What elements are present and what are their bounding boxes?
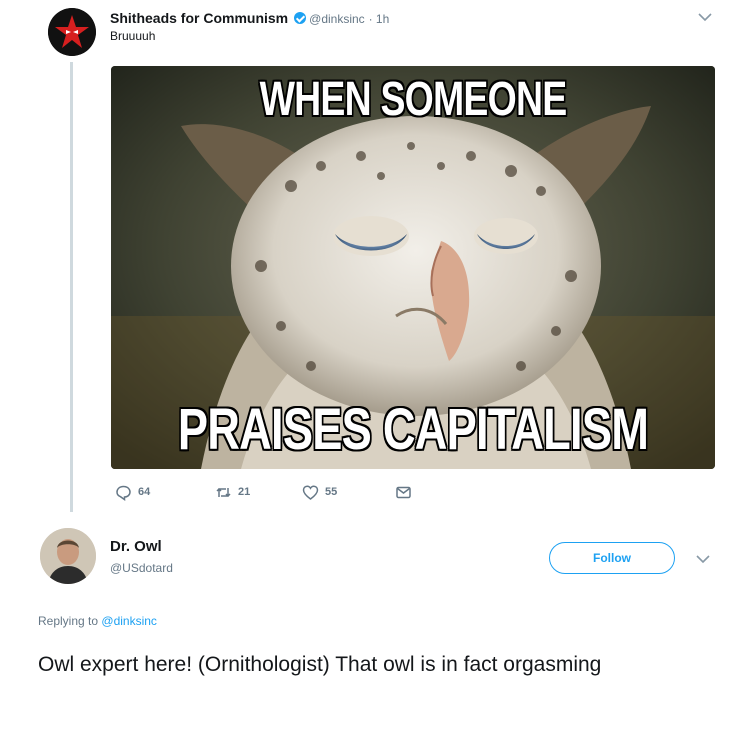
chevron-down-icon[interactable] (694, 552, 712, 566)
replying-to: Replying to @dinksinc (38, 614, 157, 628)
reply-button[interactable]: 64 (115, 482, 150, 502)
heart-icon (302, 484, 319, 500)
direct-message-button[interactable] (395, 482, 412, 502)
avatar[interactable] (48, 8, 96, 56)
retweet-button[interactable]: 21 (215, 482, 250, 502)
tweet-text: Owl expert here! (Ornithologist) That ow… (38, 653, 602, 676)
meme-caption-top: WHEN SOMEONE (259, 73, 568, 126)
thread-line (70, 62, 73, 512)
chevron-down-icon[interactable] (696, 10, 714, 24)
handle[interactable]: @USdotard (110, 561, 173, 575)
replying-prefix: Replying to (38, 614, 99, 628)
like-count: 55 (325, 486, 338, 498)
like-button[interactable]: 55 (302, 482, 337, 502)
mention-link[interactable]: @dinksinc (101, 614, 157, 628)
red-star-avatar-icon (48, 8, 96, 56)
user-avatar-icon (40, 528, 96, 584)
display-name[interactable]: Shitheads for Communism (110, 10, 288, 26)
timestamp[interactable]: · 1h (369, 12, 390, 26)
retweet-icon (216, 487, 231, 497)
verified-badge-icon (294, 12, 307, 24)
handle[interactable]: @dinksinc (309, 12, 365, 26)
tweet-text: Bruuuuh (110, 29, 156, 43)
tweet-author[interactable]: Shitheads for Communism @dinksinc · 1h (110, 10, 389, 26)
retweet-count: 21 (238, 486, 251, 498)
follow-button[interactable]: Follow (549, 542, 675, 574)
meme-caption-bottom: PRAISES CAPITALISM (177, 397, 649, 462)
reply-count: 64 (138, 486, 151, 498)
reply-icon (116, 485, 131, 501)
tweet-image[interactable]: WHEN SOMEONE PRAISES CAPITALISM (111, 66, 715, 469)
display-name[interactable]: Dr. Owl (110, 538, 162, 555)
avatar[interactable] (40, 528, 96, 584)
envelope-icon (396, 486, 411, 498)
